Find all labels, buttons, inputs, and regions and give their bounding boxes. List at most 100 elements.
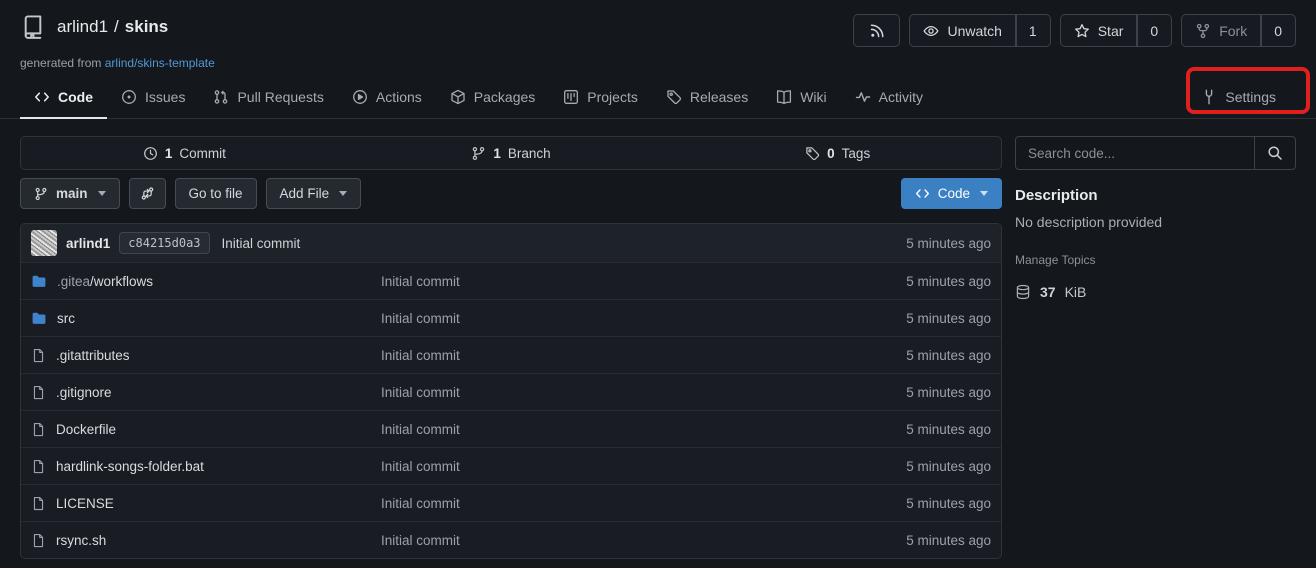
- tab-projects[interactable]: Projects: [549, 77, 652, 119]
- pull-request-icon: [213, 89, 229, 105]
- file-commit-time: 5 minutes ago: [906, 311, 991, 326]
- repo-name-link[interactable]: skins: [125, 17, 168, 37]
- fork-button[interactable]: Fork: [1181, 14, 1261, 47]
- generated-from-text: generated from: [20, 56, 101, 70]
- file-link[interactable]: .gitattributes: [31, 348, 381, 363]
- go-to-file-button[interactable]: Go to file: [175, 178, 257, 209]
- tab-issues[interactable]: Issues: [107, 77, 199, 119]
- tab-pull-requests-label: Pull Requests: [237, 89, 323, 105]
- commit-time: 5 minutes ago: [906, 236, 991, 251]
- fork-label: Fork: [1219, 23, 1247, 39]
- unwatch-label: Unwatch: [947, 23, 1001, 39]
- file-commit-message[interactable]: Initial commit: [381, 422, 906, 437]
- table-row: .gitea/workflows Initial commit 5 minute…: [21, 262, 1001, 299]
- unwatch-button[interactable]: Unwatch: [909, 14, 1015, 47]
- generated-from-line: generated from arlind/skins-template: [20, 56, 1296, 70]
- search-button[interactable]: [1254, 137, 1295, 169]
- search-input[interactable]: [1016, 137, 1254, 169]
- repo-size-unit: KiB: [1065, 284, 1087, 300]
- compare-button[interactable]: [129, 178, 166, 209]
- commits-stat[interactable]: 1 Commit: [21, 137, 348, 169]
- file-link[interactable]: hardlink-songs-folder.bat: [31, 459, 381, 474]
- table-row: Dockerfile Initial commit 5 minutes ago: [21, 410, 1001, 447]
- tab-code-label: Code: [58, 89, 93, 105]
- avatar[interactable]: [31, 230, 57, 256]
- commit-message-link[interactable]: Initial commit: [222, 236, 301, 251]
- file-link[interactable]: LICENSE: [31, 496, 381, 511]
- star-button-group: Star 0: [1060, 14, 1172, 47]
- file-commit-message[interactable]: Initial commit: [381, 459, 906, 474]
- file-link[interactable]: .gitea/workflows: [31, 273, 381, 289]
- table-row: .gitattributes Initial commit 5 minutes …: [21, 336, 1001, 373]
- file-commit-message[interactable]: Initial commit: [381, 385, 906, 400]
- code-button-label: Code: [938, 186, 970, 201]
- commits-label: Commit: [179, 146, 226, 161]
- tab-activity[interactable]: Activity: [841, 77, 937, 119]
- file-icon: [31, 496, 46, 511]
- folder-icon: [31, 273, 47, 289]
- file-link[interactable]: Dockerfile: [31, 422, 381, 437]
- eye-icon: [923, 23, 939, 39]
- file-commit-time: 5 minutes ago: [906, 422, 991, 437]
- template-repo-link[interactable]: arlind/skins-template: [105, 56, 215, 70]
- tab-pull-requests[interactable]: Pull Requests: [199, 77, 337, 119]
- file-commit-time: 5 minutes ago: [906, 274, 991, 289]
- stars-count[interactable]: 0: [1137, 14, 1172, 47]
- file-name: src: [57, 311, 75, 326]
- file-link[interactable]: rsync.sh: [31, 533, 381, 548]
- branches-stat[interactable]: 1 Branch: [348, 137, 675, 169]
- rss-button[interactable]: [853, 14, 900, 47]
- watchers-count[interactable]: 1: [1016, 14, 1051, 47]
- commits-count: 1: [165, 146, 173, 161]
- add-file-button[interactable]: Add File: [266, 178, 362, 209]
- code-icon: [915, 186, 930, 201]
- file-commit-message[interactable]: Initial commit: [381, 533, 906, 548]
- table-row: .gitignore Initial commit 5 minutes ago: [21, 373, 1001, 410]
- tags-label: Tags: [842, 146, 871, 161]
- repo-owner-link[interactable]: arlind1: [57, 17, 108, 37]
- tab-code[interactable]: Code: [20, 77, 107, 119]
- rss-icon: [869, 23, 885, 39]
- page-title: arlind1 / skins: [57, 17, 168, 37]
- tab-settings[interactable]: Settings: [1187, 77, 1290, 119]
- file-name: Dockerfile: [56, 422, 116, 437]
- branch-selector[interactable]: main: [20, 178, 120, 209]
- file-name: LICENSE: [56, 496, 114, 511]
- file-commit-message[interactable]: Initial commit: [381, 496, 906, 511]
- tab-actions[interactable]: Actions: [338, 77, 436, 119]
- tab-packages[interactable]: Packages: [436, 77, 549, 119]
- commit-hash-badge[interactable]: c84215d0a3: [119, 232, 209, 254]
- code-download-button[interactable]: Code: [901, 178, 1002, 209]
- git-compare-icon: [140, 186, 155, 201]
- commit-author-link[interactable]: arlind1: [66, 236, 110, 251]
- repo-size: 37 KiB: [1015, 284, 1296, 300]
- file-icon: [31, 459, 46, 474]
- tab-issues-label: Issues: [145, 89, 185, 105]
- repo-size-value: 37: [1040, 284, 1056, 300]
- watch-button-group: Unwatch 1: [909, 14, 1050, 47]
- file-icon: [31, 422, 46, 437]
- tab-projects-label: Projects: [587, 89, 638, 105]
- file-commit-message[interactable]: Initial commit: [381, 311, 906, 326]
- file-icon: [31, 533, 46, 548]
- file-commit-message[interactable]: Initial commit: [381, 274, 906, 289]
- file-commit-message[interactable]: Initial commit: [381, 348, 906, 363]
- manage-topics-link[interactable]: Manage Topics: [1015, 253, 1096, 267]
- file-commit-time: 5 minutes ago: [906, 385, 991, 400]
- forks-count[interactable]: 0: [1261, 14, 1296, 47]
- file-link[interactable]: src: [31, 310, 381, 326]
- file-name: .gitignore: [56, 385, 112, 400]
- repo-icon: [20, 14, 46, 40]
- star-button[interactable]: Star: [1060, 14, 1138, 47]
- tab-releases[interactable]: Releases: [652, 77, 762, 119]
- file-icon: [31, 385, 46, 400]
- repo-content: 1 Commit 1 Branch 0: [0, 119, 1316, 559]
- tab-wiki[interactable]: Wiki: [762, 77, 840, 119]
- fork-icon: [1195, 23, 1211, 39]
- branch-name: main: [56, 186, 88, 201]
- tab-actions-label: Actions: [376, 89, 422, 105]
- file-link[interactable]: .gitignore: [31, 385, 381, 400]
- star-icon: [1074, 23, 1090, 39]
- tags-stat[interactable]: 0 Tags: [674, 137, 1001, 169]
- tags-count: 0: [827, 146, 835, 161]
